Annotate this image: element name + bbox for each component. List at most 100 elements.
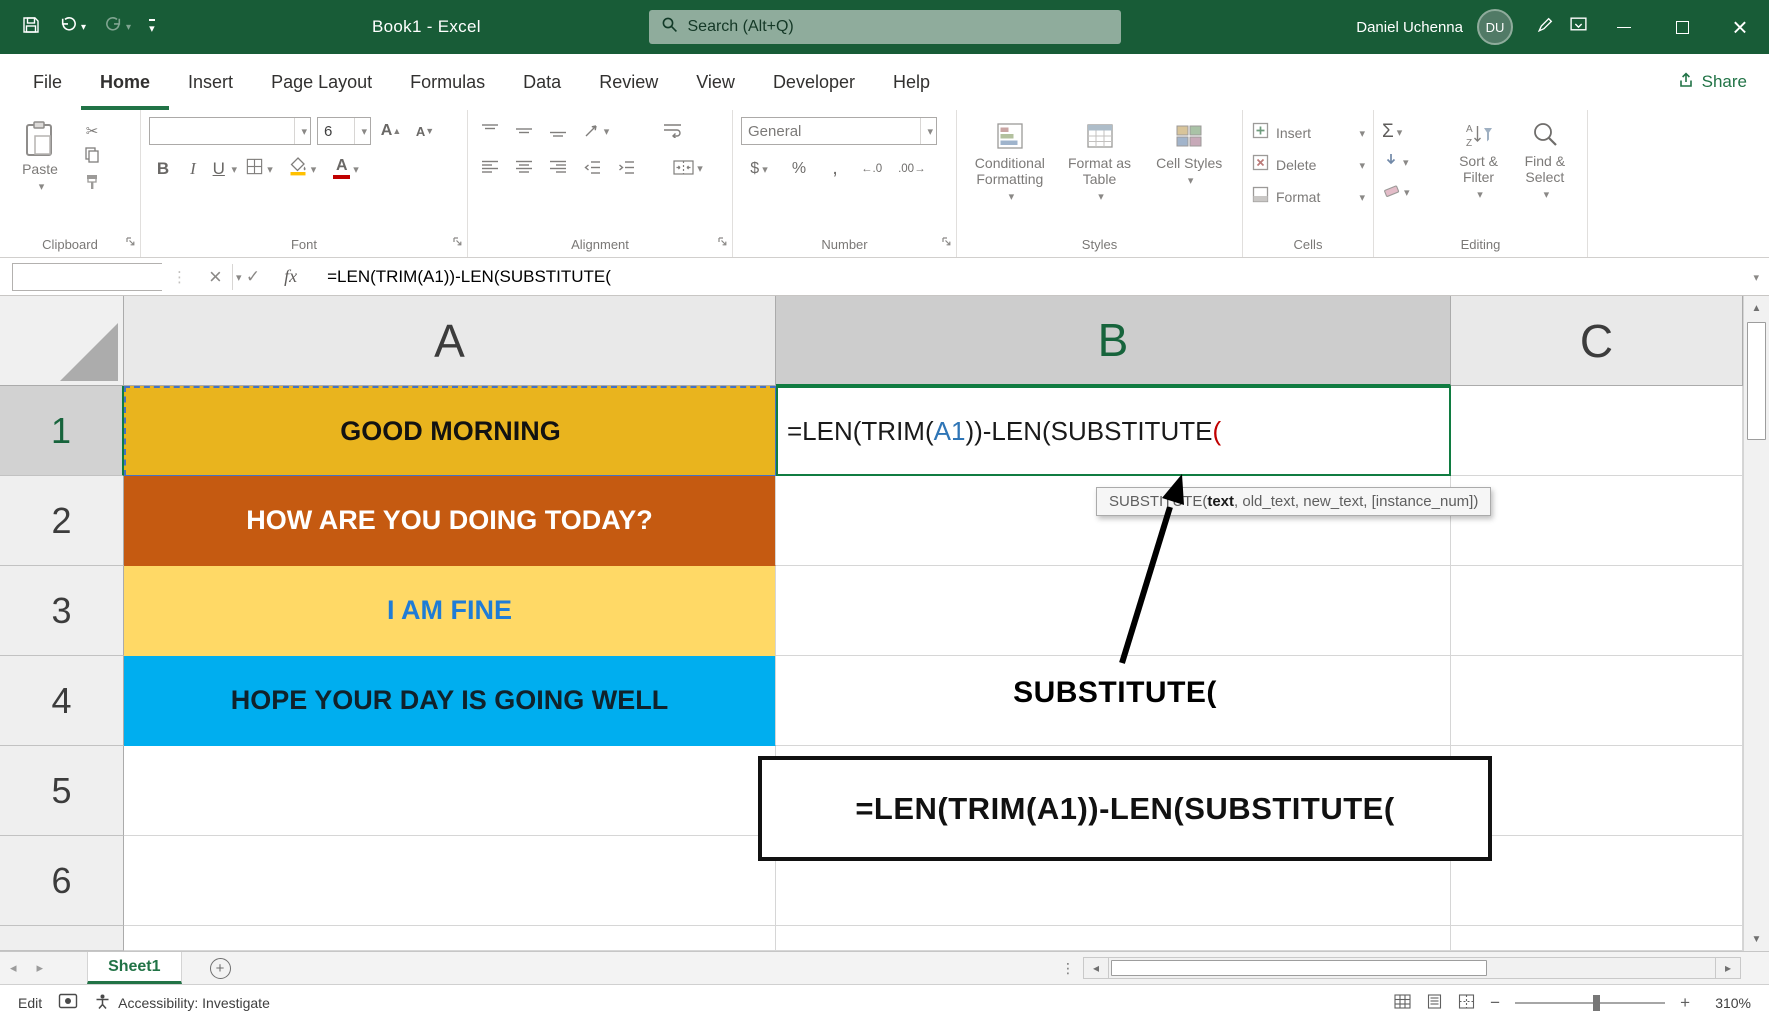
increase-decimal-button[interactable]: ←.0: [857, 163, 886, 175]
increase-font-size-button[interactable]: A▲: [377, 118, 405, 145]
cell-c7-partial[interactable]: [1451, 926, 1743, 951]
minimize-button[interactable]: [1595, 0, 1653, 54]
delete-dropdown-icon[interactable]: [1356, 156, 1365, 174]
clipboard-dialog-launcher-icon[interactable]: [125, 234, 136, 252]
column-header-c[interactable]: C: [1451, 296, 1743, 386]
cell-c4[interactable]: [1451, 656, 1743, 746]
delete-cells-button[interactable]: Delete: [1251, 149, 1365, 181]
column-header-a[interactable]: A: [124, 296, 776, 386]
tab-file[interactable]: File: [14, 54, 81, 110]
hscroll-right-icon[interactable]: ▸: [1715, 957, 1741, 979]
fill-dropdown-icon[interactable]: [1400, 153, 1409, 171]
sheet-nav-right-icon[interactable]: ▸: [27, 960, 54, 976]
vertical-scrollbar-thumb[interactable]: [1747, 322, 1766, 440]
paste-button[interactable]: Paste: [8, 117, 72, 194]
percent-style-button[interactable]: %: [785, 155, 813, 182]
decrease-decimal-button[interactable]: .00→: [894, 163, 930, 175]
paste-dropdown-icon[interactable]: [36, 177, 45, 194]
redo-button[interactable]: [97, 9, 138, 45]
maximize-button[interactable]: [1653, 0, 1711, 54]
share-button[interactable]: Share: [1677, 54, 1747, 110]
merge-center-button[interactable]: [660, 154, 716, 181]
font-size-combobox[interactable]: [317, 117, 371, 145]
scroll-down-icon[interactable]: ▼: [1744, 927, 1769, 951]
insert-cells-button[interactable]: Insert: [1251, 117, 1365, 149]
row-header-6[interactable]: 6: [0, 836, 124, 926]
normal-view-icon[interactable]: [1394, 994, 1411, 1012]
tab-view[interactable]: View: [677, 54, 754, 110]
decrease-indent-button[interactable]: [578, 154, 606, 181]
tab-formulas[interactable]: Formulas: [391, 54, 504, 110]
fill-color-dropdown-icon[interactable]: [308, 160, 317, 178]
vertical-scrollbar[interactable]: ▲ ▼: [1743, 296, 1769, 951]
hscroll-left-icon[interactable]: ◂: [1083, 957, 1109, 979]
font-dialog-launcher-icon[interactable]: [452, 234, 463, 252]
select-all-button[interactable]: [0, 296, 124, 386]
customize-qat-button[interactable]: [142, 9, 162, 45]
undo-dropdown-icon[interactable]: [81, 22, 86, 33]
redo-dropdown-icon[interactable]: [126, 22, 131, 33]
tab-developer[interactable]: Developer: [754, 54, 874, 110]
row-header-7-partial[interactable]: [0, 926, 124, 951]
copy-button[interactable]: [78, 144, 106, 171]
cell-c6[interactable]: [1451, 836, 1743, 926]
accounting-format-button[interactable]: $: [741, 155, 777, 182]
number-dialog-launcher-icon[interactable]: [941, 234, 952, 252]
sort-filter-dropdown-icon[interactable]: [1474, 185, 1483, 202]
comma-style-button[interactable]: ,: [821, 155, 849, 182]
tab-review[interactable]: Review: [580, 54, 677, 110]
cell-c1[interactable]: [1451, 386, 1743, 476]
row-header-2[interactable]: 2: [0, 476, 124, 566]
save-button[interactable]: [14, 9, 48, 45]
cell-styles-dropdown-icon[interactable]: [1185, 171, 1194, 188]
autosum-dropdown-icon[interactable]: [1394, 123, 1403, 141]
fill-color-button[interactable]: [281, 155, 323, 182]
font-name-input[interactable]: [150, 123, 294, 140]
horizontal-scrollbar-thumb[interactable]: [1111, 960, 1487, 976]
decrease-font-size-button[interactable]: A▼: [411, 118, 439, 145]
cell-a2[interactable]: HOW ARE YOU DOING TODAY?: [124, 476, 776, 566]
formula-input[interactable]: =LEN(TRIM(A1))-LEN(SUBSTITUTE(: [327, 267, 611, 287]
format-cells-button[interactable]: Format: [1251, 181, 1365, 213]
clear-dropdown-icon[interactable]: [1401, 183, 1410, 201]
conditional-formatting-button[interactable]: Conditional Formatting: [965, 117, 1055, 231]
avatar[interactable]: DU: [1477, 9, 1513, 45]
search-input[interactable]: [688, 18, 1109, 36]
cell-b7-partial[interactable]: [776, 926, 1451, 951]
align-left-button[interactable]: [476, 154, 504, 181]
find-select-dropdown-icon[interactable]: [1541, 185, 1550, 202]
zoom-in-icon[interactable]: [1680, 993, 1690, 1013]
row-header-4[interactable]: 4: [0, 656, 124, 746]
cut-button[interactable]: ✂: [78, 117, 106, 144]
name-box[interactable]: [12, 263, 162, 291]
sheet-tab-sheet1[interactable]: Sheet1: [87, 952, 181, 984]
page-break-view-icon[interactable]: [1458, 994, 1475, 1012]
cell-c5[interactable]: [1451, 746, 1743, 836]
orientation-button[interactable]: [578, 117, 614, 144]
tab-home[interactable]: Home: [81, 54, 169, 110]
cell-a6[interactable]: [124, 836, 776, 926]
macro-record-icon[interactable]: [58, 993, 78, 1012]
clear-button[interactable]: [1382, 177, 1446, 207]
column-header-b[interactable]: B: [776, 296, 1451, 386]
cell-a3[interactable]: I AM FINE: [124, 566, 776, 656]
scroll-up-icon[interactable]: ▲: [1744, 296, 1769, 320]
tab-scrollbar-divider[interactable]: ⋮: [1053, 960, 1083, 977]
align-center-button[interactable]: [510, 154, 538, 181]
close-button[interactable]: [1711, 0, 1769, 54]
font-color-button[interactable]: A: [325, 155, 367, 182]
bottom-align-button[interactable]: [544, 117, 572, 144]
sheet-nav-left-icon[interactable]: ◂: [0, 960, 27, 976]
conditional-formatting-dropdown-icon[interactable]: [1006, 187, 1015, 204]
formula-bar-expand-icon[interactable]: [1750, 268, 1759, 286]
ink-button[interactable]: [1529, 9, 1562, 45]
font-size-dropdown-icon[interactable]: [354, 118, 370, 144]
autosum-button[interactable]: Σ: [1382, 117, 1446, 147]
borders-button[interactable]: [239, 155, 279, 182]
tab-page-layout[interactable]: Page Layout: [252, 54, 391, 110]
font-name-dropdown-icon[interactable]: [294, 118, 310, 144]
middle-align-button[interactable]: [510, 117, 538, 144]
cancel-button[interactable]: ×: [197, 264, 234, 290]
merge-center-dropdown-icon[interactable]: [694, 159, 703, 177]
tab-insert[interactable]: Insert: [169, 54, 252, 110]
